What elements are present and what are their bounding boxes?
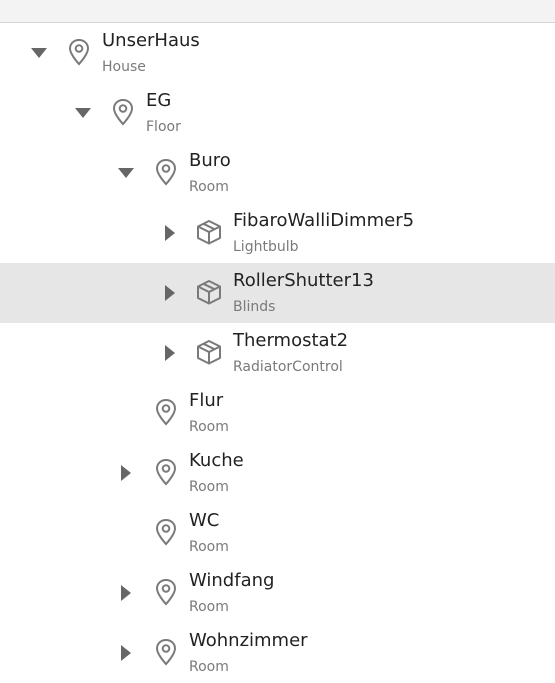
location-pin-icon <box>152 637 180 667</box>
node-type: Room <box>189 479 229 495</box>
tree-row-wohnzimmer[interactable]: Wohnzimmer Room <box>0 623 555 683</box>
cube-icon <box>195 217 223 247</box>
node-name: Windfang <box>189 570 275 591</box>
expand-toggle-expanded-icon[interactable] <box>73 103 93 123</box>
expand-toggle-collapsed-icon[interactable] <box>160 343 180 363</box>
location-pin-icon <box>152 397 180 427</box>
location-pin-icon <box>65 37 93 67</box>
cube-icon <box>195 337 223 367</box>
node-name: Thermostat2 <box>233 330 349 351</box>
node-name: WC <box>189 510 220 531</box>
node-name: FibaroWalliDimmer5 <box>233 210 415 231</box>
node-name: UnserHaus <box>102 30 200 51</box>
expand-toggle-collapsed-icon[interactable] <box>116 643 136 663</box>
tree-row-wc[interactable]: WC Room <box>0 503 555 563</box>
tree-row-kuche[interactable]: Kuche Room <box>0 443 555 503</box>
tree-row-unserhaus[interactable]: UnserHaus House <box>0 23 555 83</box>
expand-toggle-collapsed-icon[interactable] <box>116 463 136 483</box>
expand-toggle-collapsed-icon[interactable] <box>160 223 180 243</box>
node-type: Room <box>189 659 229 675</box>
location-tree: UnserHaus House EG Floor Buro Room Fibar… <box>0 23 555 683</box>
location-pin-icon <box>152 157 180 187</box>
node-type: Floor <box>146 119 181 135</box>
node-name: RollerShutter13 <box>233 270 374 291</box>
node-type: Blinds <box>233 299 276 315</box>
tree-row-buro[interactable]: Buro Room <box>0 143 555 203</box>
node-type: Room <box>189 419 229 435</box>
expand-toggle-expanded-icon[interactable] <box>116 163 136 183</box>
cube-icon <box>195 277 223 307</box>
tree-row-fibarowallidimmer5[interactable]: FibaroWalliDimmer5 Lightbulb <box>0 203 555 263</box>
tree-row-eg[interactable]: EG Floor <box>0 83 555 143</box>
tree-row-rollershutter13[interactable]: RollerShutter13 Blinds <box>0 263 555 323</box>
node-type: House <box>102 59 146 75</box>
node-type: RadiatorControl <box>233 359 343 375</box>
location-pin-icon <box>152 577 180 607</box>
node-name: EG <box>146 90 172 111</box>
expand-toggle-collapsed-icon[interactable] <box>160 283 180 303</box>
node-type: Room <box>189 179 229 195</box>
node-name: Kuche <box>189 450 244 471</box>
node-name: Wohnzimmer <box>189 630 308 651</box>
node-type: Room <box>189 599 229 615</box>
node-name: Buro <box>189 150 231 171</box>
location-pin-icon <box>109 97 137 127</box>
node-type: Room <box>189 539 229 555</box>
node-type: Lightbulb <box>233 239 299 255</box>
location-pin-icon <box>152 457 180 487</box>
top-toolbar <box>0 0 555 23</box>
node-name: Flur <box>189 390 224 411</box>
expand-toggle-expanded-icon[interactable] <box>29 43 49 63</box>
tree-row-flur[interactable]: Flur Room <box>0 383 555 443</box>
tree-row-windfang[interactable]: Windfang Room <box>0 563 555 623</box>
location-pin-icon <box>152 517 180 547</box>
tree-row-thermostat2[interactable]: Thermostat2 RadiatorControl <box>0 323 555 383</box>
expand-toggle-collapsed-icon[interactable] <box>116 583 136 603</box>
